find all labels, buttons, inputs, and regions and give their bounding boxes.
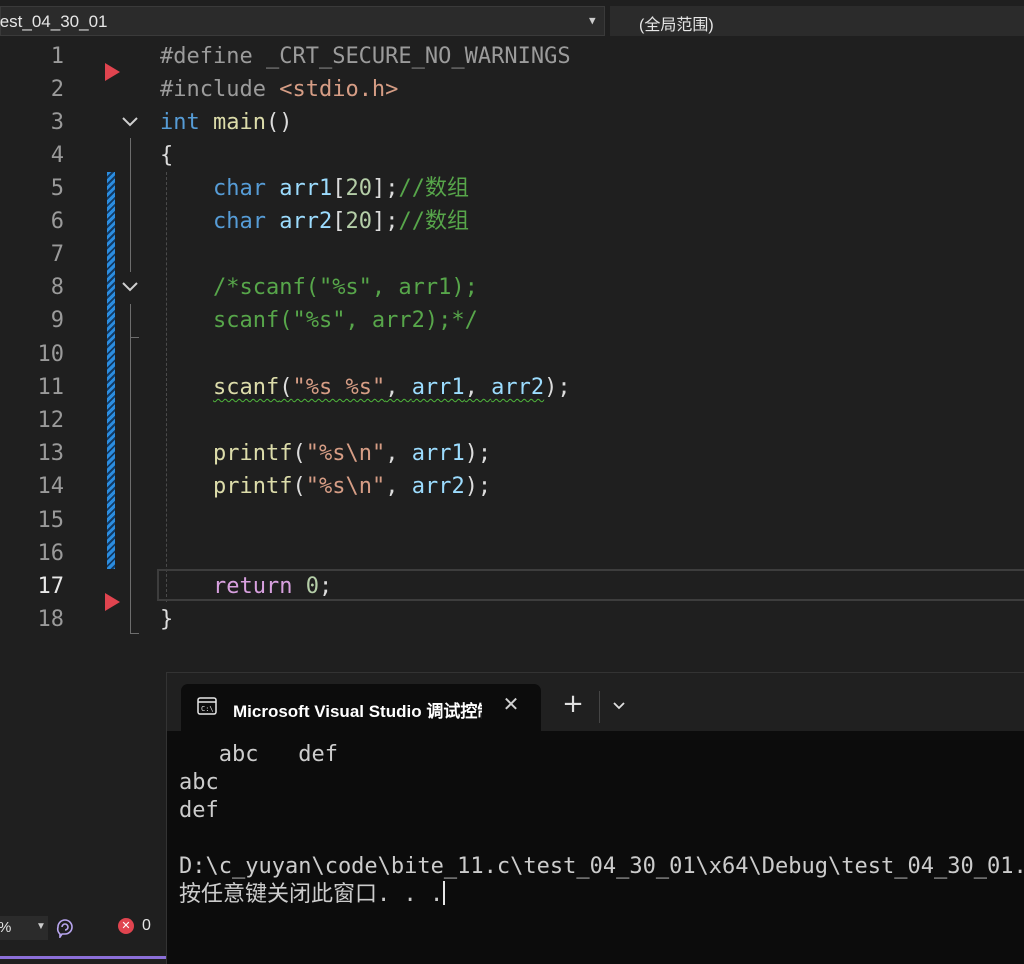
console-tab[interactable]: C:\ Microsoft Visual Studio 调试控制台 ✕: [181, 684, 541, 731]
code-line-6: char arr2[20];//数组: [212, 209, 469, 234]
line-number: 13: [37, 441, 65, 466]
line-number: 4: [50, 143, 64, 168]
code-line-14: printf("%s\n", arr2);: [212, 474, 492, 499]
status-accent-strip: [0, 956, 166, 959]
fold-end-tick: [130, 633, 139, 634]
text-cursor: [443, 881, 446, 905]
code-line-17: return 0;: [212, 574, 333, 599]
editor-status-bar: % ▼ ✕ 0: [0, 910, 166, 963]
chevron-down-icon[interactable]: [609, 695, 629, 715]
line-number: 2: [50, 77, 64, 102]
project-dropdown[interactable]: test_04_30_01 ▼: [0, 6, 605, 36]
project-name: test_04_30_01: [0, 12, 108, 31]
collapse-chevron-icon[interactable]: [121, 280, 139, 294]
line-number: 14: [37, 474, 65, 499]
fold-region-line: [130, 304, 131, 634]
line-number: 3: [50, 110, 64, 135]
scope-label: (全局范围): [639, 17, 714, 34]
console-line: abc def: [179, 742, 338, 767]
console-output: abc def abc def D:\c_yuyan\code\bite_11.c\t…: [179, 741, 1024, 909]
chevron-down-icon: ▼: [589, 14, 596, 27]
console-line: def: [179, 798, 219, 823]
error-count[interactable]: 0: [142, 917, 151, 935]
console-prompt-line: 按任意键关闭此窗口. . .: [179, 881, 1024, 909]
chevron-down-icon: ▼: [36, 921, 46, 932]
fold-end-tick: [130, 337, 139, 338]
terminal-icon: C:\: [197, 697, 217, 715]
line-number: 7: [50, 242, 64, 267]
code-line-9: scanf("%s", arr2);*/: [212, 308, 478, 333]
code-line-4: {: [160, 143, 174, 168]
console-line: 按任意键关闭此窗口. . .: [179, 882, 444, 907]
console-line: abc: [179, 770, 219, 795]
code-health-icon[interactable]: [54, 916, 76, 938]
line-number: 10: [37, 342, 65, 367]
scope-dropdown[interactable]: (全局范围): [610, 6, 1024, 36]
code-line-8: /*scanf("%s", arr1);: [212, 275, 478, 300]
console-tab-title: Microsoft Visual Studio 调试控制台: [233, 702, 482, 721]
code-line-13: printf("%s\n", arr1);: [212, 441, 492, 466]
svg-text:C:\: C:\: [201, 705, 214, 713]
collapse-chevron-icon[interactable]: [121, 115, 139, 129]
line-number-current: 17: [37, 574, 65, 599]
new-tab-button[interactable]: +: [561, 691, 585, 717]
zoom-dropdown[interactable]: % ▼: [0, 916, 48, 940]
code-line-18: }: [160, 607, 174, 632]
line-number: 6: [50, 209, 64, 234]
line-number: 12: [37, 408, 65, 433]
code-line-3: int main(): [160, 110, 293, 135]
breakpoint-marker-icon[interactable]: [105, 63, 120, 81]
zoom-level: %: [0, 919, 11, 936]
debug-console-window[interactable]: C:\ Microsoft Visual Studio 调试控制台 ✕ + ab…: [166, 672, 1024, 964]
code-line-1: #define _CRT_SECURE_NO_WARNINGS: [160, 44, 571, 69]
code-line-2: #include <stdio.h>: [160, 77, 399, 102]
line-number: 16: [37, 541, 65, 566]
code-editor[interactable]: 1 2 3 4 5 6 7 8 9 10 11 12 13 14 15 16 1…: [0, 42, 1024, 672]
line-number: 15: [37, 508, 65, 533]
line-number: 1: [50, 44, 64, 69]
line-number: 9: [50, 308, 64, 333]
tab-separator: [599, 691, 600, 723]
error-icon[interactable]: ✕: [118, 918, 134, 934]
fold-region-line: [130, 138, 131, 272]
line-number: 11: [37, 375, 65, 400]
close-tab-icon[interactable]: ✕: [499, 692, 523, 716]
warning-squiggle[interactable]: scanf("%s %s", arr1, arr2: [213, 375, 544, 400]
code-line-5: char arr1[20];//数组: [212, 176, 469, 201]
line-number: 18: [37, 607, 65, 632]
console-line: D:\c_yuyan\code\bite_11.c\test_04_30_01\…: [179, 854, 1024, 879]
line-number: 8: [50, 275, 64, 300]
console-titlebar: C:\ Microsoft Visual Studio 调试控制台 ✕ +: [167, 673, 1024, 731]
code-line-11: scanf("%s %s", arr1, arr2);: [212, 375, 571, 400]
navigation-bar: test_04_30_01 ▼ (全局范围): [0, 0, 1024, 42]
line-number: 5: [50, 176, 64, 201]
breakpoint-marker-icon[interactable]: [105, 593, 120, 611]
change-tracking-bar: [107, 172, 115, 569]
